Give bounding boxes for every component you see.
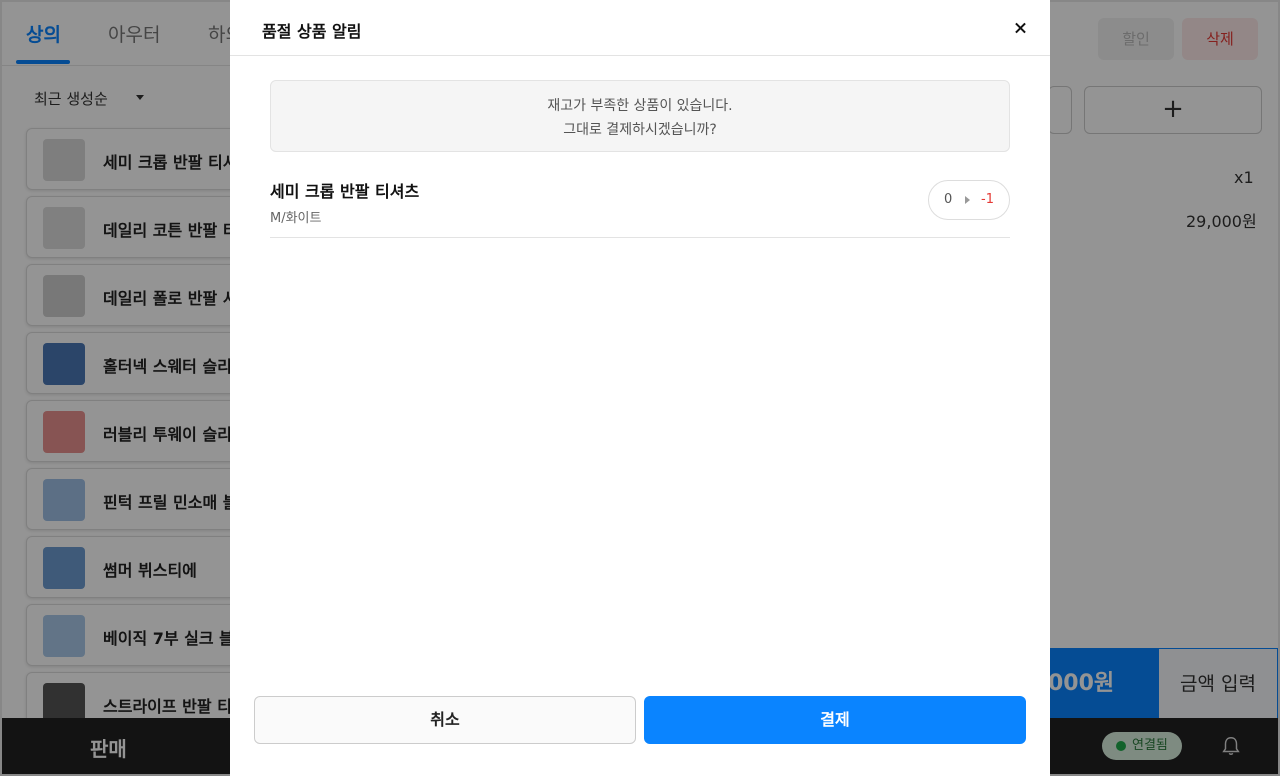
notice-line: 그대로 결제하시겠습니까? (563, 122, 717, 138)
notice-line: 재고가 부족한 상품이 있습니다. (547, 98, 733, 114)
stock-after: -1 (981, 192, 994, 207)
modal-header: 품절 상품 알림 (230, 0, 1050, 56)
item-name: 세미 크롭 반팔 티셔츠 (270, 182, 420, 201)
out-of-stock-modal: 품절 상품 알림 재고가 부족한 상품이 있습니다. 그대로 결제하시겠습니까?… (230, 0, 1050, 776)
item-option: M/화이트 (270, 211, 322, 226)
stock-before: 0 (944, 192, 953, 207)
arrow-right-icon (965, 196, 970, 204)
modal-title: 품절 상품 알림 (262, 22, 362, 41)
stock-notice: 재고가 부족한 상품이 있습니다. 그대로 결제하시겠습니까? (270, 80, 1010, 152)
out-of-stock-item: 세미 크롭 반팔 티셔츠 M/화이트 0 -1 (270, 168, 1010, 238)
stock-change-badge: 0 -1 (928, 180, 1010, 220)
pay-button[interactable]: 결제 (644, 696, 1026, 744)
cancel-button[interactable]: 취소 (254, 696, 636, 744)
close-icon[interactable] (1008, 14, 1036, 42)
